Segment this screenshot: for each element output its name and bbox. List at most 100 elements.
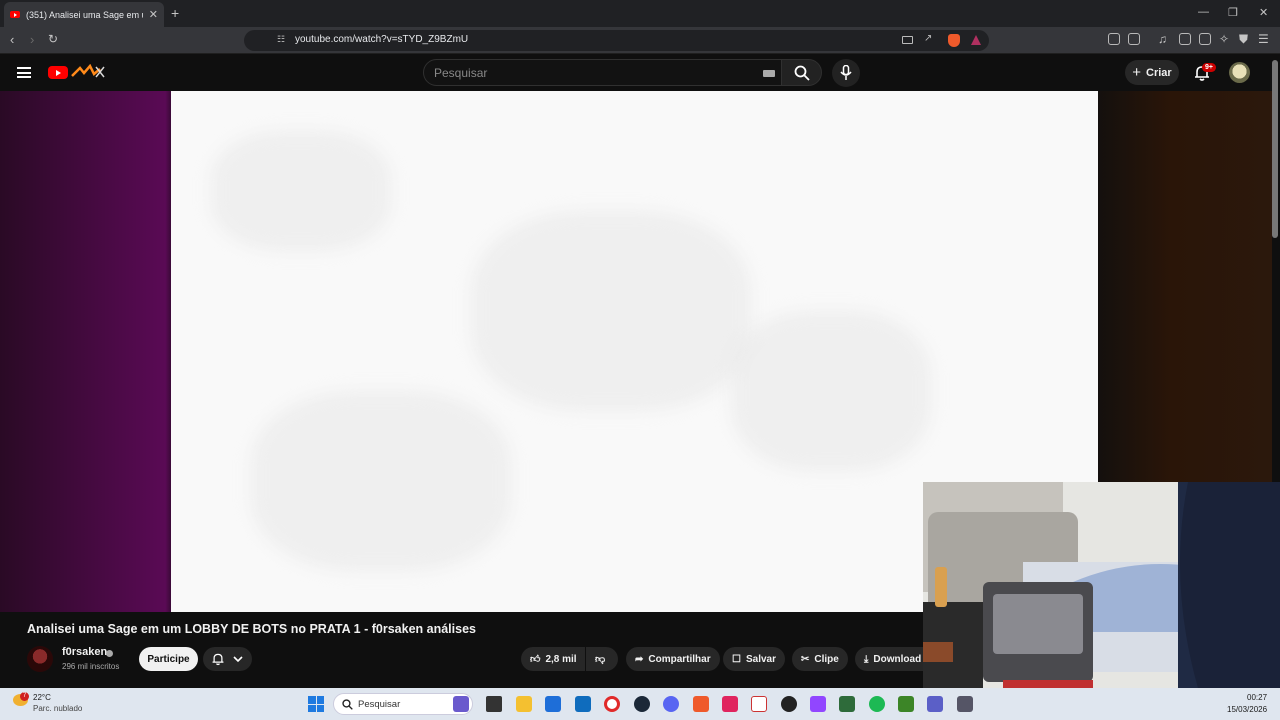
join-button[interactable]: Participe <box>139 647 198 671</box>
brave-shields-icon[interactable] <box>948 34 960 47</box>
tiktok-icon[interactable] <box>722 696 738 712</box>
taskbar-search-label: Pesquisar <box>358 699 401 710</box>
address-bar[interactable]: ☷ youtube.com/watch?v=sTYD_Z9BZmU ↗ <box>244 30 989 51</box>
tab-manager-icon[interactable] <box>1128 33 1140 45</box>
url-text[interactable]: youtube.com/watch?v=sTYD_Z9BZmU <box>295 34 468 45</box>
doodle-logo-icon[interactable] <box>70 64 106 80</box>
opera-icon[interactable] <box>604 696 620 712</box>
minecraft-icon[interactable] <box>898 696 914 712</box>
tradingview-icon[interactable] <box>751 696 767 712</box>
discord-icon[interactable] <box>663 696 679 712</box>
keyboard-icon[interactable] <box>763 70 775 77</box>
dislike-button[interactable]: 👎︎ <box>586 647 618 671</box>
search-input[interactable] <box>434 66 734 80</box>
video-title: Analisei uma Sage em um LOBBY DE BOTS no… <box>27 622 476 636</box>
subscriber-count: 296 mil inscritos <box>62 662 120 671</box>
minimize-button[interactable]: — <box>1198 6 1209 18</box>
cast-icon[interactable] <box>902 36 913 44</box>
user-avatar[interactable] <box>1229 62 1250 83</box>
search-box[interactable] <box>423 59 782 86</box>
brave-rewards-icon[interactable] <box>971 35 981 45</box>
menu-icon[interactable]: ☰ <box>1258 32 1269 46</box>
scrollbar-thumb[interactable] <box>1272 60 1278 238</box>
video-frame-blur <box>211 131 391 251</box>
subscription-bell-button[interactable] <box>203 647 252 671</box>
webcam-scene <box>923 482 1280 688</box>
weather-description[interactable]: Parc. nublado <box>33 704 82 713</box>
tab-close-icon[interactable]: ✕ <box>149 8 158 21</box>
brave-browser-icon[interactable] <box>693 696 709 712</box>
download-button[interactable]: ⤓ Download <box>855 647 923 671</box>
download-icon: ⤓ <box>864 653 869 665</box>
site-info-icon[interactable]: ☷ <box>277 34 285 45</box>
sidebar-icon[interactable] <box>1179 33 1191 45</box>
youtube-header: + Criar 9+ <box>0 55 1280 92</box>
spotify-icon[interactable] <box>869 696 885 712</box>
microphone-icon <box>840 65 852 80</box>
clock-date[interactable]: 15/03/2026 <box>1227 705 1267 714</box>
file-explorer-icon[interactable] <box>516 696 532 712</box>
leo-ai-icon[interactable]: ✧ <box>1219 32 1229 46</box>
webcam-overlay <box>923 482 1280 688</box>
thumbs-up-icon: 👍︎ <box>530 654 541 665</box>
forward-icon[interactable]: › <box>30 32 34 47</box>
microsoft-store-icon[interactable] <box>545 696 561 712</box>
create-button[interactable]: + Criar <box>1125 60 1179 85</box>
video-frame-blur <box>251 391 511 571</box>
plus-icon: + <box>1132 64 1142 81</box>
chevron-down-icon <box>233 656 243 663</box>
voice-search-button[interactable] <box>832 59 860 87</box>
share-label: Compartilhar <box>648 653 711 665</box>
hamburger-menu-icon[interactable] <box>17 67 31 78</box>
steam-icon[interactable] <box>634 696 650 712</box>
reload-icon[interactable]: ↻ <box>48 32 58 46</box>
task-view-icon[interactable] <box>486 696 502 712</box>
twitch-icon[interactable] <box>810 696 826 712</box>
weather-temperature[interactable]: 22°C <box>33 693 51 702</box>
windows-taskbar: 7 22°C Parc. nublado Pesquisar 00:27 15/… <box>0 688 1280 720</box>
new-tab-button[interactable]: + <box>171 5 179 21</box>
outlook-icon[interactable] <box>575 696 591 712</box>
search-icon <box>794 65 810 81</box>
vpn-icon[interactable]: ⛊ <box>1239 32 1248 47</box>
youtube-logo-icon[interactable] <box>48 66 68 79</box>
thumbs-down-icon: 👎︎ <box>595 654 606 665</box>
channel-avatar[interactable] <box>27 646 53 672</box>
save-icon: ☐ <box>732 653 741 665</box>
channel-name[interactable]: f0rsaken <box>62 646 107 658</box>
media-icon[interactable]: ♫ <box>1158 32 1167 46</box>
search-button[interactable] <box>781 59 822 86</box>
share-button[interactable]: ➦ Compartilhar <box>626 647 720 671</box>
obs-icon[interactable] <box>781 696 797 712</box>
youtube-favicon-icon <box>10 11 20 18</box>
like-button[interactable]: 👍︎ 2,8 mil <box>521 647 585 671</box>
video-frame-blur <box>471 211 751 411</box>
clip-button[interactable]: ✂ Clipe <box>792 647 848 671</box>
share-arrow-icon: ➦ <box>635 653 644 665</box>
browser-tab[interactable]: (351) Analisei uma Sage em um ✕ <box>4 2 164 27</box>
like-count: 2,8 mil <box>545 653 577 665</box>
save-label: Salvar <box>745 653 776 665</box>
back-icon[interactable]: ‹ <box>10 32 14 47</box>
clip-label: Clipe <box>814 653 839 665</box>
teams-icon[interactable] <box>927 696 943 712</box>
share-icon[interactable]: ↗ <box>924 33 932 44</box>
save-button[interactable]: ☐ Salvar <box>723 647 785 671</box>
notifications-badge: 9+ <box>1202 63 1216 72</box>
maximize-button[interactable]: ❐ <box>1228 6 1238 19</box>
weather-alert-badge: 7 <box>20 692 29 701</box>
start-button[interactable] <box>308 696 324 712</box>
taskbar-search[interactable]: Pesquisar <box>333 693 473 715</box>
extensions-icon[interactable] <box>1108 33 1120 45</box>
create-label: Criar <box>1146 66 1172 79</box>
widgets-app-icon[interactable] <box>453 696 469 712</box>
vpn-shield-icon[interactable] <box>957 696 973 712</box>
browser-toolbar: ‹ › ↻ ☐ ☷ youtube.com/watch?v=sTYD_Z9BZm… <box>0 27 1280 54</box>
wallet-icon[interactable] <box>1199 33 1211 45</box>
notes-app-icon[interactable] <box>839 696 855 712</box>
close-window-button[interactable]: ✕ <box>1259 6 1268 19</box>
browser-tab-strip: (351) Analisei uma Sage em um ✕ + — ❐ ✕ <box>0 0 1280 27</box>
bell-icon <box>212 653 224 666</box>
verified-badge-icon <box>106 650 113 657</box>
clock-time[interactable]: 00:27 <box>1247 693 1267 702</box>
